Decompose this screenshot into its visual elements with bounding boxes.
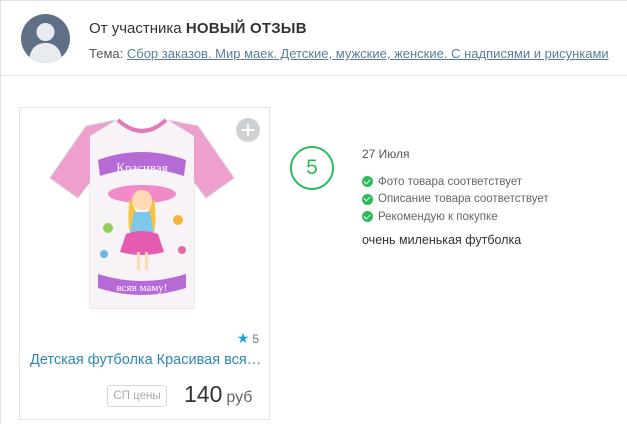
from-line: От участника НОВЫЙ ОТЗЫВ (89, 20, 307, 37)
review-text: очень миленькая футболка (362, 232, 522, 247)
product-image[interactable]: Красивая всяв маму! (46, 116, 238, 312)
price-value: 140 (184, 381, 223, 407)
check-circle-icon (362, 176, 373, 188)
sp-price-badge: СП цены (107, 385, 167, 407)
check-label: Фото товара соответствует (378, 175, 523, 188)
check-circle-icon (362, 193, 373, 205)
product-price: 140 руб (184, 381, 252, 408)
check-label: Описание товара соответствует (378, 193, 549, 206)
review-header: От участника НОВЫЙ ОТЗЫВ Тема: Сбор зака… (0, 0, 627, 76)
review-score: 5 (290, 146, 334, 190)
product-rating-value: 5 (252, 331, 259, 346)
notification-title: НОВЫЙ ОТЗЫВ (185, 20, 307, 37)
topic-line: Тема: Сбор заказов. Мир маек. Детские, м… (89, 46, 609, 61)
product-card: Красивая всяв маму! ★ 5 Детская футболка… (19, 107, 270, 420)
tshirt-illustration: Красивая всяв маму! (49, 118, 235, 309)
image-caption-bottom: всяв маму! (117, 282, 168, 294)
star-icon: ★ (236, 330, 250, 346)
review-date: 27 Июля (362, 147, 410, 161)
plus-circle-icon[interactable] (236, 118, 260, 142)
product-rating: ★ 5 (237, 330, 259, 347)
review-body: 27 Июля Фото товара соответствует Описан… (362, 147, 612, 247)
from-prefix: От участника (89, 20, 182, 37)
topic-label: Тема: (89, 46, 124, 61)
topic-link[interactable]: Сбор заказов. Мир маек. Детские, мужские… (127, 46, 609, 61)
check-item-description: Описание товара соответствует (362, 191, 612, 209)
user-silhouette-icon (29, 23, 62, 63)
check-label: Рекомендую к покупке (378, 210, 498, 223)
image-caption-top: Красивая (116, 160, 167, 175)
price-currency: руб (226, 389, 253, 406)
check-circle-icon (362, 211, 373, 223)
avatar[interactable] (21, 14, 70, 63)
product-name-link[interactable]: Детская футболка Красивая вся ... (30, 352, 262, 368)
review-checks: Фото товара соответствует Описание товар… (362, 173, 612, 226)
check-item-photo: Фото товара соответствует (362, 173, 612, 191)
check-item-recommend: Рекомендую к покупке (362, 208, 612, 226)
